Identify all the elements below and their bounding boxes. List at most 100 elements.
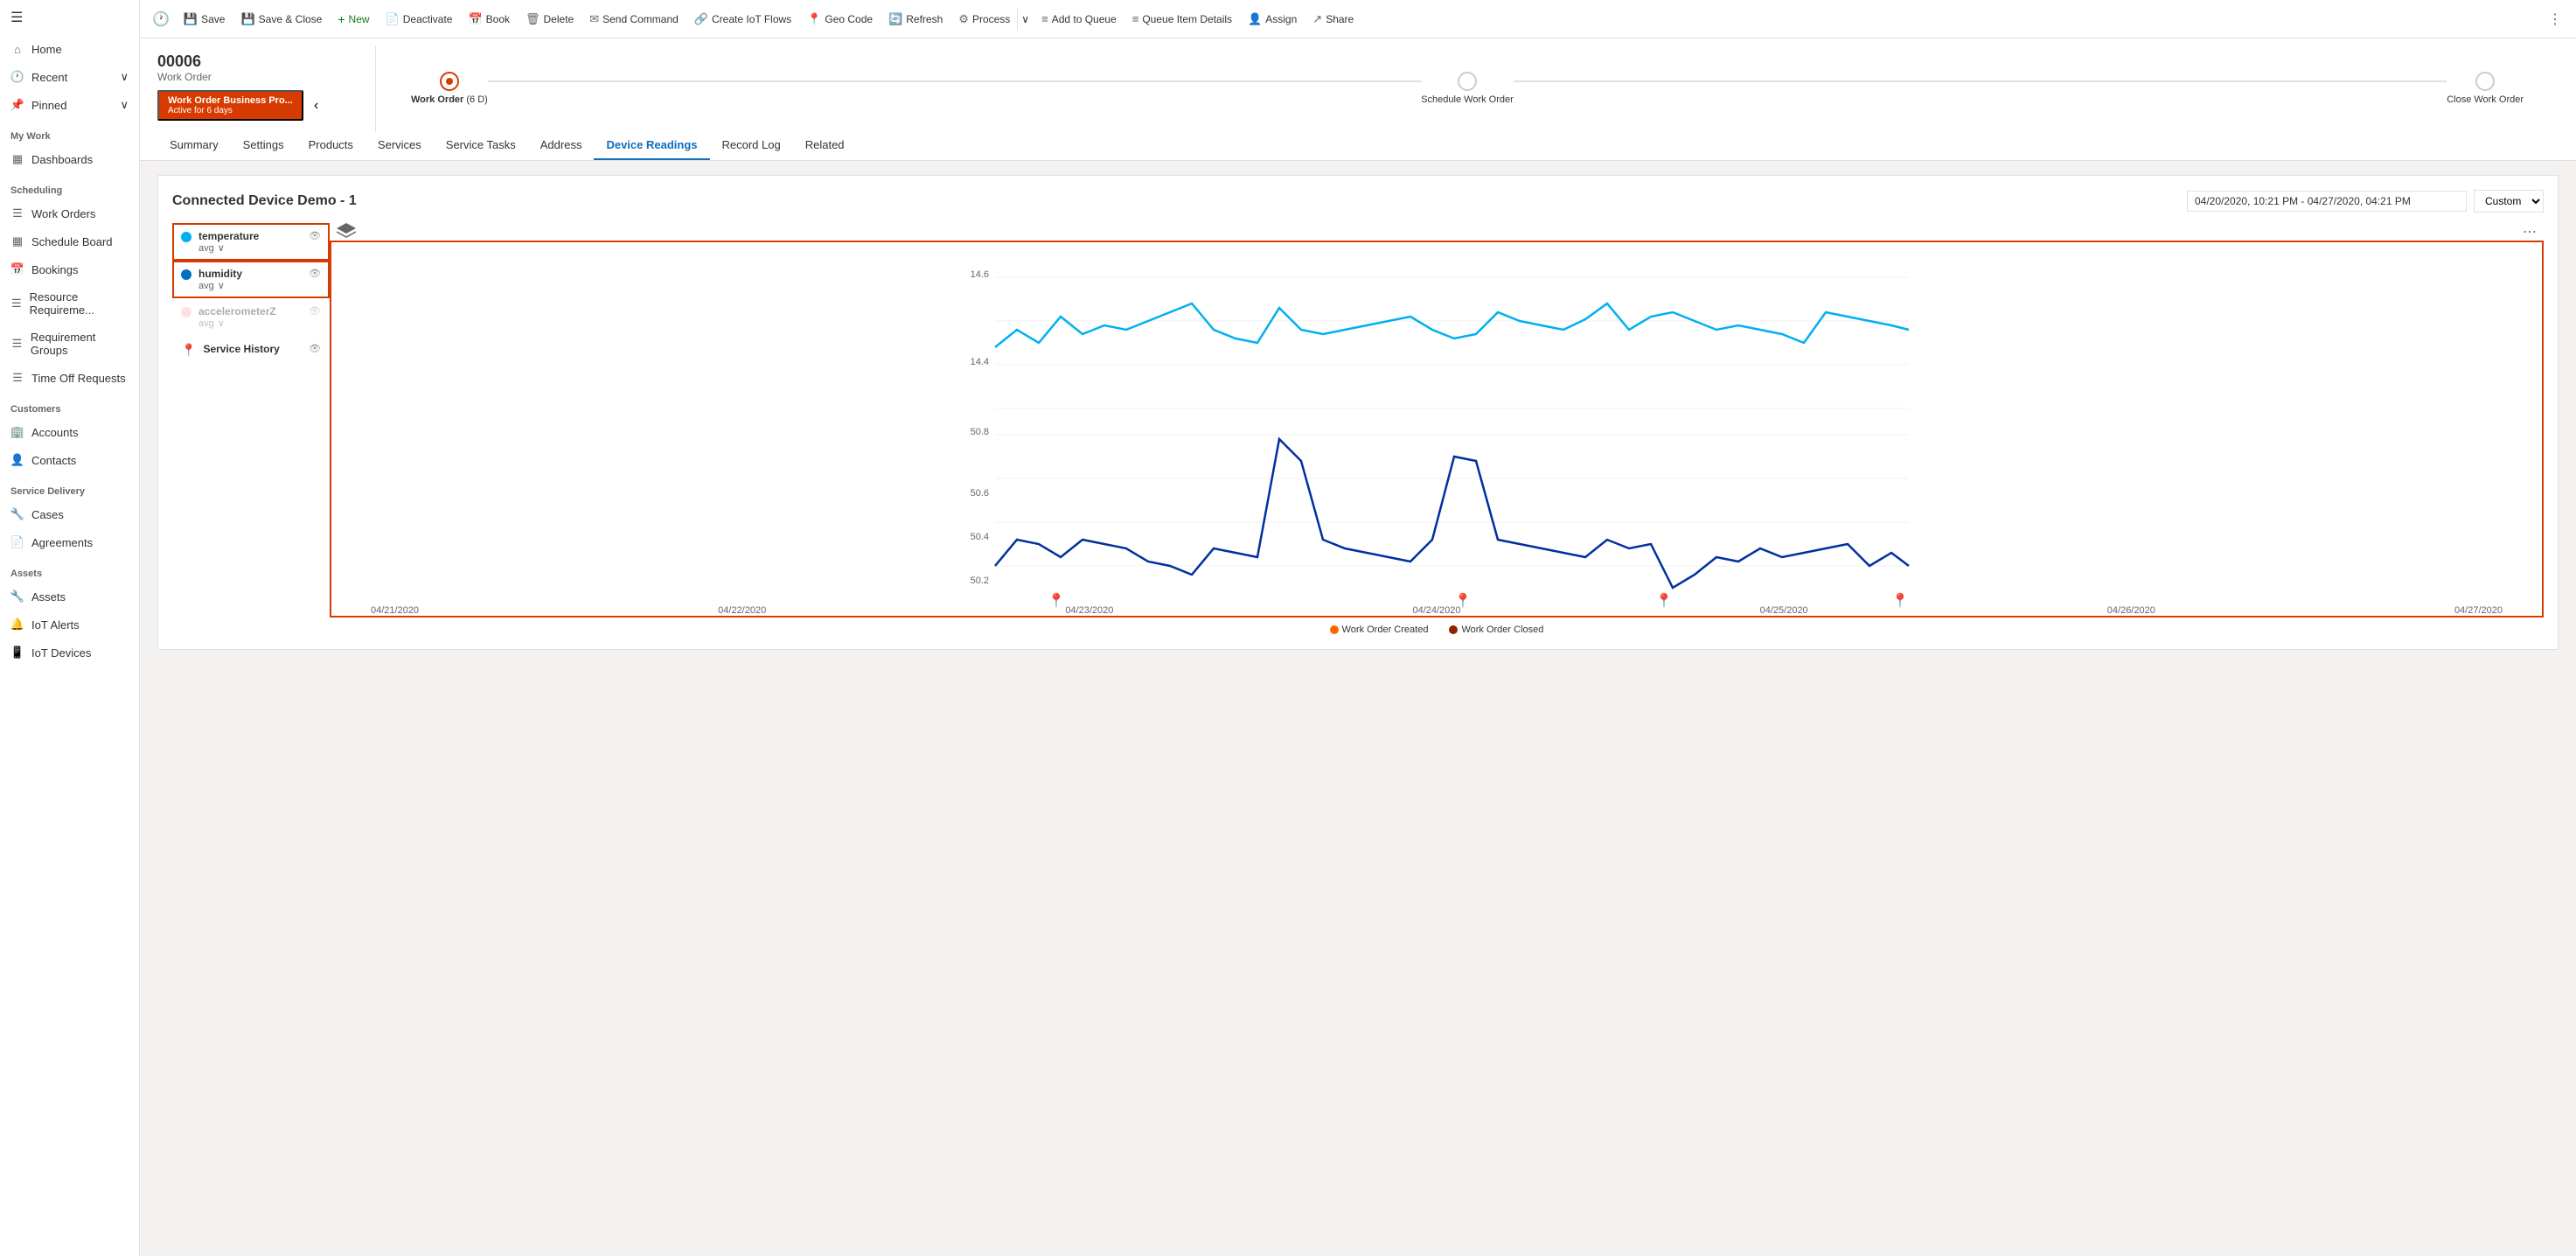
- sidebar-item-assets[interactable]: 🔧 Assets: [0, 583, 139, 611]
- send-command-icon: ✉: [589, 12, 599, 26]
- footer-item-closed: Work Order Closed: [1449, 625, 1543, 635]
- deactivate-label: Deactivate: [403, 13, 453, 25]
- sidebar-item-dashboards-label: Dashboards: [31, 153, 93, 166]
- toolbar: 🕐 💾 Save 💾 Save & Close + New 📄 Deactiva…: [140, 0, 2576, 38]
- deactivate-button[interactable]: 📄 Deactivate: [379, 7, 460, 31]
- status-badge-container: Work Order Business Pro... Active for 6 …: [157, 87, 358, 124]
- more-options-icon[interactable]: ⋮: [2541, 5, 2569, 33]
- sidebar-item-dashboards[interactable]: ▦ Dashboards: [0, 145, 139, 173]
- tab-service-tasks[interactable]: Service Tasks: [434, 131, 528, 160]
- refresh-label: Refresh: [906, 13, 943, 25]
- humidity-eye-icon[interactable]: 👁: [309, 268, 321, 279]
- sidebar-item-bookings[interactable]: 📅 Bookings: [0, 255, 139, 283]
- temperature-dot: [181, 232, 191, 242]
- status-badge[interactable]: Work Order Business Pro... Active for 6 …: [157, 90, 303, 121]
- assign-icon: 👤: [1248, 12, 1262, 26]
- tab-device-readings[interactable]: Device Readings: [594, 131, 709, 160]
- tab-related[interactable]: Related: [793, 131, 857, 160]
- iot-alerts-icon: 🔔: [10, 618, 24, 631]
- assets-icon: 🔧: [10, 590, 24, 604]
- sidebar-item-recent[interactable]: 🕐 Recent ∨: [0, 63, 139, 91]
- legend-temperature[interactable]: temperature avg ∨ 👁: [172, 223, 330, 261]
- book-button[interactable]: 📅 Book: [461, 7, 517, 31]
- sidebar-item-iot-alerts-label: IoT Alerts: [31, 618, 80, 631]
- cases-icon: 🔧: [10, 507, 24, 521]
- sidebar-item-agreements[interactable]: 📄 Agreements: [0, 528, 139, 556]
- schedule-board-icon: ▦: [10, 234, 24, 248]
- hamburger-menu[interactable]: ☰: [0, 0, 139, 35]
- service-history-label: Service History: [203, 343, 279, 355]
- stage-close[interactable]: Close Work Order: [2447, 72, 2524, 105]
- chart-type-select[interactable]: Custom: [2474, 190, 2544, 213]
- accelerometerz-dot: [181, 307, 191, 317]
- share-button[interactable]: ↗ Share: [1305, 7, 1361, 31]
- new-button[interactable]: + New: [331, 7, 376, 31]
- accelerometerz-chevron-icon[interactable]: ∨: [218, 317, 225, 329]
- x-label-3: 04/23/2020: [1065, 605, 1113, 616]
- tab-summary[interactable]: Summary: [157, 131, 231, 160]
- delete-button[interactable]: 🗑 Delete: [519, 7, 581, 31]
- legend-humidity[interactable]: humidity avg ∨ 👁: [172, 261, 330, 298]
- pinned-icon: 📌: [10, 98, 24, 112]
- temperature-chevron-icon[interactable]: ∨: [218, 242, 225, 254]
- create-iot-flows-button[interactable]: 🔗 Create IoT Flows: [687, 7, 798, 31]
- sidebar-item-cases-label: Cases: [31, 508, 64, 521]
- tab-products[interactable]: Products: [296, 131, 366, 160]
- send-command-button[interactable]: ✉ Send Command: [582, 7, 686, 31]
- stage-work-order[interactable]: Work Order (6 D): [411, 72, 488, 105]
- process-button[interactable]: ⚙ Process: [951, 7, 1017, 31]
- sidebar-item-work-orders[interactable]: ☰ Work Orders: [0, 199, 139, 227]
- geo-code-icon: 📍: [807, 12, 821, 26]
- bookings-icon: 📅: [10, 262, 24, 276]
- process-caret-button[interactable]: ∨: [1017, 8, 1033, 31]
- stage-schedule[interactable]: Schedule Work Order: [1421, 72, 1514, 105]
- sidebar-item-contacts[interactable]: 👤 Contacts: [0, 446, 139, 474]
- footer-item-created: Work Order Created: [1330, 625, 1429, 635]
- legend-service-history[interactable]: 📍 Service History 👁: [172, 336, 330, 365]
- save-close-button[interactable]: 💾 Save & Close: [233, 7, 329, 31]
- sidebar-item-resource-req[interactable]: ☰ Resource Requireme...: [0, 283, 139, 324]
- date-range-input[interactable]: [2187, 191, 2467, 212]
- sidebar-item-requirement-groups[interactable]: ☰ Requirement Groups: [0, 324, 139, 364]
- save-label: Save: [201, 13, 225, 25]
- sidebar-item-time-off[interactable]: ☰ Time Off Requests: [0, 364, 139, 392]
- legend-accelerometerz[interactable]: accelerometerZ avg ∨ 👁: [172, 298, 330, 336]
- footer-label-closed: Work Order Closed: [1461, 625, 1543, 635]
- sidebar-item-iot-alerts[interactable]: 🔔 IoT Alerts: [0, 611, 139, 638]
- sidebar-item-pinned[interactable]: 📌 Pinned ∨: [0, 91, 139, 119]
- tab-services[interactable]: Services: [366, 131, 434, 160]
- save-button[interactable]: 💾 Save: [177, 7, 233, 31]
- record-header: 00006 Work Order Work Order Business Pro…: [140, 38, 2576, 161]
- geo-code-button[interactable]: 📍 Geo Code: [800, 7, 880, 31]
- service-history-eye-icon[interactable]: 👁: [309, 343, 321, 354]
- accelerometerz-eye-icon[interactable]: 👁: [309, 305, 321, 317]
- assign-button[interactable]: 👤 Assign: [1241, 7, 1304, 31]
- contacts-icon: 👤: [10, 453, 24, 467]
- chart-more-icon[interactable]: ⋯: [2523, 223, 2537, 241]
- sidebar-section-customers: Customers: [0, 395, 139, 418]
- status-collapse-button[interactable]: ‹: [310, 94, 322, 117]
- humidity-chevron-icon[interactable]: ∨: [218, 280, 225, 291]
- sidebar-item-pinned-label: Pinned: [31, 99, 66, 112]
- add-to-queue-button[interactable]: ≡ Add to Queue: [1034, 7, 1124, 31]
- status-badge-main: Work Order Business Pro...: [168, 95, 293, 106]
- sidebar-item-schedule-board[interactable]: ▦ Schedule Board: [0, 227, 139, 255]
- refresh-button[interactable]: 🔄 Refresh: [881, 7, 950, 31]
- tab-address[interactable]: Address: [528, 131, 595, 160]
- recent-chevron-icon: ∨: [120, 70, 129, 84]
- x-label-4: 04/24/2020: [1412, 605, 1460, 616]
- queue-item-details-button[interactable]: ≡ Queue Item Details: [1125, 7, 1239, 31]
- sidebar-item-iot-devices[interactable]: 📱 IoT Devices: [0, 638, 139, 666]
- chart-svg: 14.6 14.4 50.8 50.6 50.4 50.2: [331, 242, 2542, 610]
- sidebar-item-home[interactable]: ⌂ Home: [0, 35, 139, 63]
- temperature-eye-icon[interactable]: 👁: [309, 230, 321, 241]
- sidebar-item-cases[interactable]: 🔧 Cases: [0, 500, 139, 528]
- accelerometerz-label: accelerometerZ: [198, 305, 276, 317]
- x-label-2: 04/22/2020: [718, 605, 766, 616]
- tab-record-log[interactable]: Record Log: [710, 131, 793, 160]
- history-icon[interactable]: 🕐: [147, 10, 175, 28]
- sidebar-item-accounts[interactable]: 🏢 Accounts: [0, 418, 139, 446]
- tab-settings[interactable]: Settings: [231, 131, 296, 160]
- sidebar-item-iot-devices-label: IoT Devices: [31, 646, 91, 659]
- pinned-chevron-icon: ∨: [120, 98, 129, 112]
